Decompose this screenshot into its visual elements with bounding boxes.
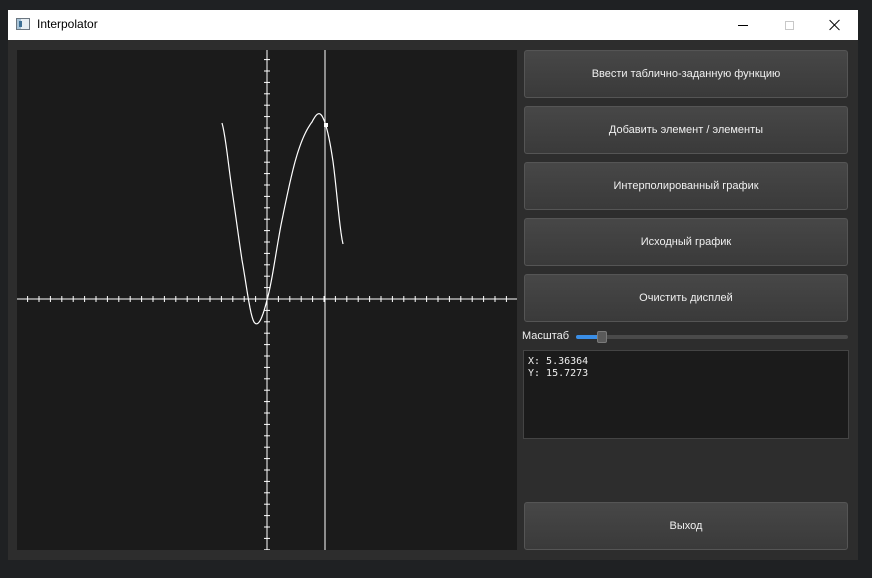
scale-slider[interactable] xyxy=(576,331,848,343)
original-graph-button[interactable]: Исходный график xyxy=(524,218,848,266)
add-elements-button[interactable]: Добавить элемент / элементы xyxy=(524,106,848,154)
slider-handle[interactable] xyxy=(596,331,607,343)
exit-button[interactable]: Выход xyxy=(524,502,848,550)
maximize-button[interactable] xyxy=(766,10,812,40)
clear-display-button[interactable]: Очистить дисплей xyxy=(524,274,848,322)
slider-groove[interactable] xyxy=(576,335,848,339)
close-button[interactable] xyxy=(812,10,858,40)
slider-fill xyxy=(576,335,599,339)
minimize-button[interactable] xyxy=(720,10,766,40)
graph-display[interactable] xyxy=(17,50,517,550)
y-coordinate: Y: 15.7273 xyxy=(528,368,589,379)
title-bar[interactable]: Interpolator xyxy=(8,10,858,40)
maximize-icon xyxy=(784,20,794,30)
scale-label: Масштаб xyxy=(522,330,570,342)
close-icon xyxy=(829,19,841,31)
main-window: Interpolator Ввести таблично-заданную фу… xyxy=(8,10,858,560)
coordinates-display: X: 5.36364 Y: 15.7273 xyxy=(523,350,849,439)
minimize-icon xyxy=(738,24,748,26)
window-title: Interpolator xyxy=(37,17,98,31)
cursor-point-marker xyxy=(324,123,328,127)
interpolated-graph-button[interactable]: Интерполированный график xyxy=(524,162,848,210)
enter-table-function-button[interactable]: Ввести таблично-заданную функцию xyxy=(524,50,848,98)
graph-canvas[interactable] xyxy=(17,50,517,550)
app-window-icon xyxy=(16,18,30,30)
x-coordinate: X: 5.36364 xyxy=(528,356,589,367)
